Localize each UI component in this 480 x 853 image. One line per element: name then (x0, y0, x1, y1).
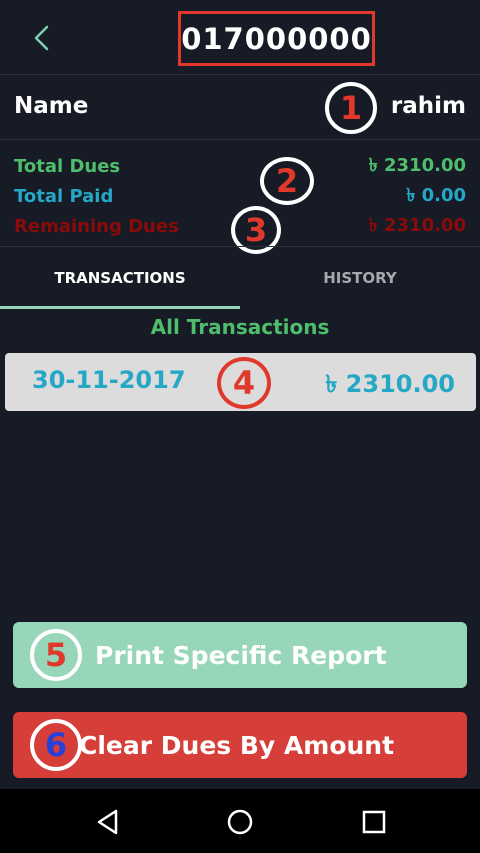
back-button[interactable] (28, 22, 56, 54)
annotation-badge-5: 5 (30, 629, 82, 681)
name-value: rahim (390, 93, 466, 119)
annotation-badge-4: 4 (217, 357, 271, 409)
total-paid-label: Total Paid (14, 185, 114, 207)
tab-bar: TRANSACTIONS HISTORY (0, 247, 480, 309)
tab-transactions[interactable]: TRANSACTIONS (0, 247, 240, 309)
total-paid-value: ৳ 0.00 (406, 184, 466, 206)
app-header: 017000000 (0, 0, 480, 74)
annotation-badge-1: 1 (325, 82, 377, 134)
tab-history[interactable]: HISTORY (240, 247, 480, 309)
print-specific-report-button[interactable]: 5 Print Specific Report (13, 622, 467, 688)
name-label: Name (14, 93, 89, 119)
chevron-left-icon (34, 25, 49, 51)
total-dues-row: Total Dues ৳ 2310.00 (14, 152, 466, 180)
transaction-amount: ৳ 2310.00 (325, 370, 455, 398)
section-title: All Transactions (150, 315, 330, 339)
phone-number-title: 017000000 (178, 11, 375, 66)
square-recents-icon (362, 810, 386, 834)
remaining-dues-value: ৳ 2310.00 (368, 214, 466, 236)
page-title: 017000000 (181, 21, 372, 56)
total-paid-row: Total Paid ৳ 0.00 (14, 182, 466, 210)
nav-recents-button[interactable] (359, 807, 389, 837)
print-button-label: Print Specific Report (95, 640, 387, 670)
nav-home-button[interactable] (225, 807, 255, 837)
remaining-dues-label: Remaining Dues (14, 215, 179, 237)
divider (0, 139, 480, 140)
circle-home-icon (227, 809, 253, 835)
total-dues-value: ৳ 2310.00 (368, 154, 466, 176)
total-dues-label: Total Dues (14, 155, 121, 177)
clear-button-label: Clear Dues By Amount (79, 730, 395, 760)
active-tab-indicator (0, 306, 240, 309)
customer-name-row: Name rahim (0, 75, 480, 139)
clear-dues-by-amount-button[interactable]: 6 Clear Dues By Amount (13, 712, 467, 778)
nav-back-button[interactable] (93, 807, 123, 837)
annotation-badge-6: 6 (30, 719, 82, 771)
transaction-date: 30-11-2017 (32, 366, 186, 394)
system-navigation-bar (0, 789, 480, 853)
triangle-back-icon (97, 809, 118, 835)
annotation-badge-2: 2 (260, 157, 314, 205)
